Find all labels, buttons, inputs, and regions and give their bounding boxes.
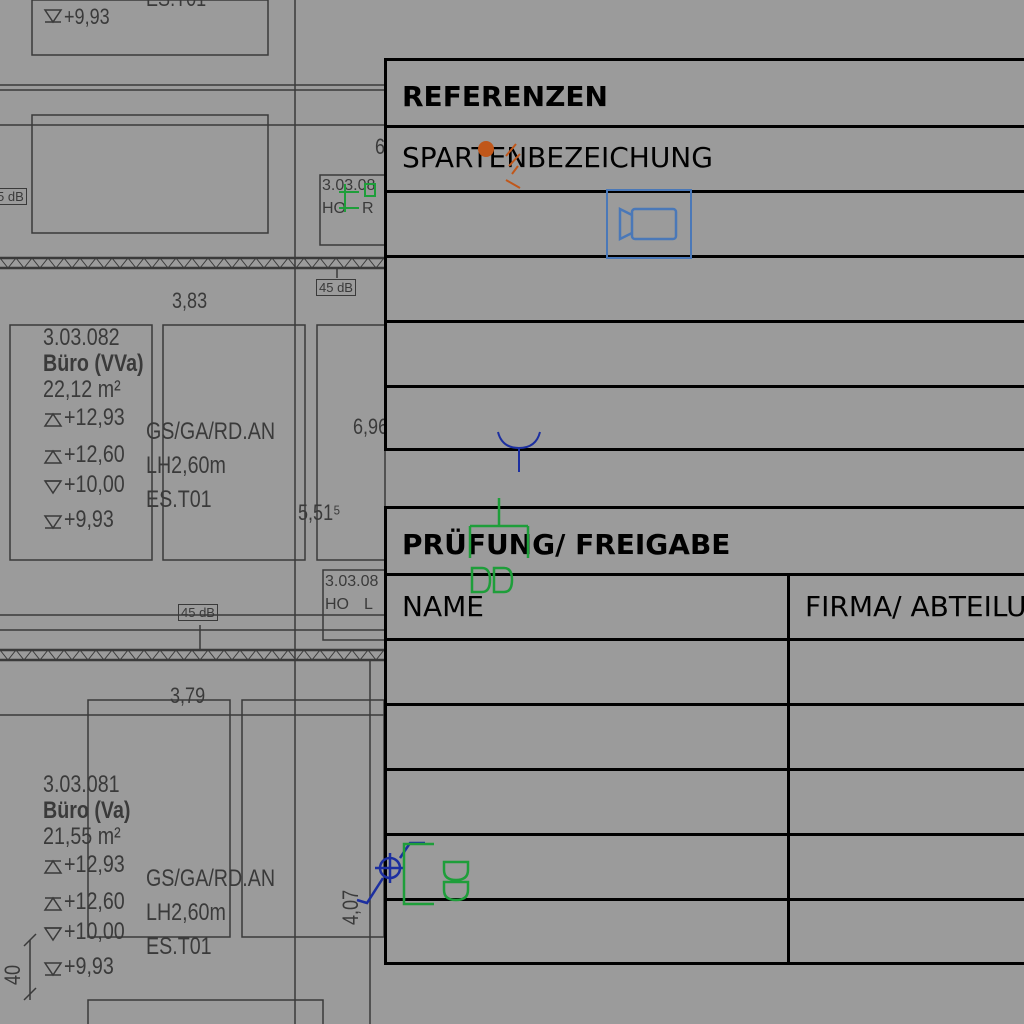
spartenbezeichung-label: SPARTENBEZEICHUNG bbox=[402, 141, 713, 174]
pruefung-row[interactable] bbox=[387, 771, 1024, 836]
outlet-symbol-icon bbox=[339, 183, 376, 212]
referenzen-header-row: REFERENZEN bbox=[387, 61, 1024, 128]
pruefung-row[interactable] bbox=[387, 836, 1024, 901]
db-tag: 45 dB bbox=[316, 279, 356, 296]
dimension-label: 5,51⁵ bbox=[298, 500, 341, 525]
dimension-label: 3,83 bbox=[172, 288, 208, 313]
outlet-symbol-icon bbox=[402, 842, 470, 906]
top-level-label: +9,93 bbox=[64, 4, 110, 29]
top-partial-label: ES.T01 bbox=[146, 0, 219, 10]
receiver-symbol-icon bbox=[497, 431, 541, 472]
dimension-label: 3,79 bbox=[170, 683, 206, 708]
db-tag: 5 dB bbox=[0, 188, 27, 205]
referenzen-row[interactable] bbox=[387, 323, 1024, 388]
referenzen-panel: REFERENZEN SPARTENBEZEICHUNG bbox=[384, 58, 1024, 451]
camera-icon[interactable] bbox=[606, 189, 692, 259]
pruefung-row[interactable] bbox=[387, 641, 1024, 706]
referenzen-title: REFERENZEN bbox=[402, 80, 608, 113]
referenzen-row[interactable] bbox=[387, 193, 1024, 258]
edit-marker-icon[interactable] bbox=[476, 140, 532, 192]
firma-column-header: FIRMA/ ABTEILUNG bbox=[805, 590, 1024, 623]
outlet-symbol-icon bbox=[468, 498, 530, 594]
dimension-label: 40 bbox=[0, 964, 25, 985]
referenzen-row[interactable] bbox=[387, 258, 1024, 323]
pruefung-title: PRÜFUNG/ FREIGABE bbox=[402, 528, 731, 561]
column-divider bbox=[787, 576, 790, 965]
db-tag: 45 dB bbox=[178, 604, 218, 621]
name-column-header: NAME bbox=[402, 590, 484, 623]
pruefung-row[interactable] bbox=[387, 706, 1024, 771]
